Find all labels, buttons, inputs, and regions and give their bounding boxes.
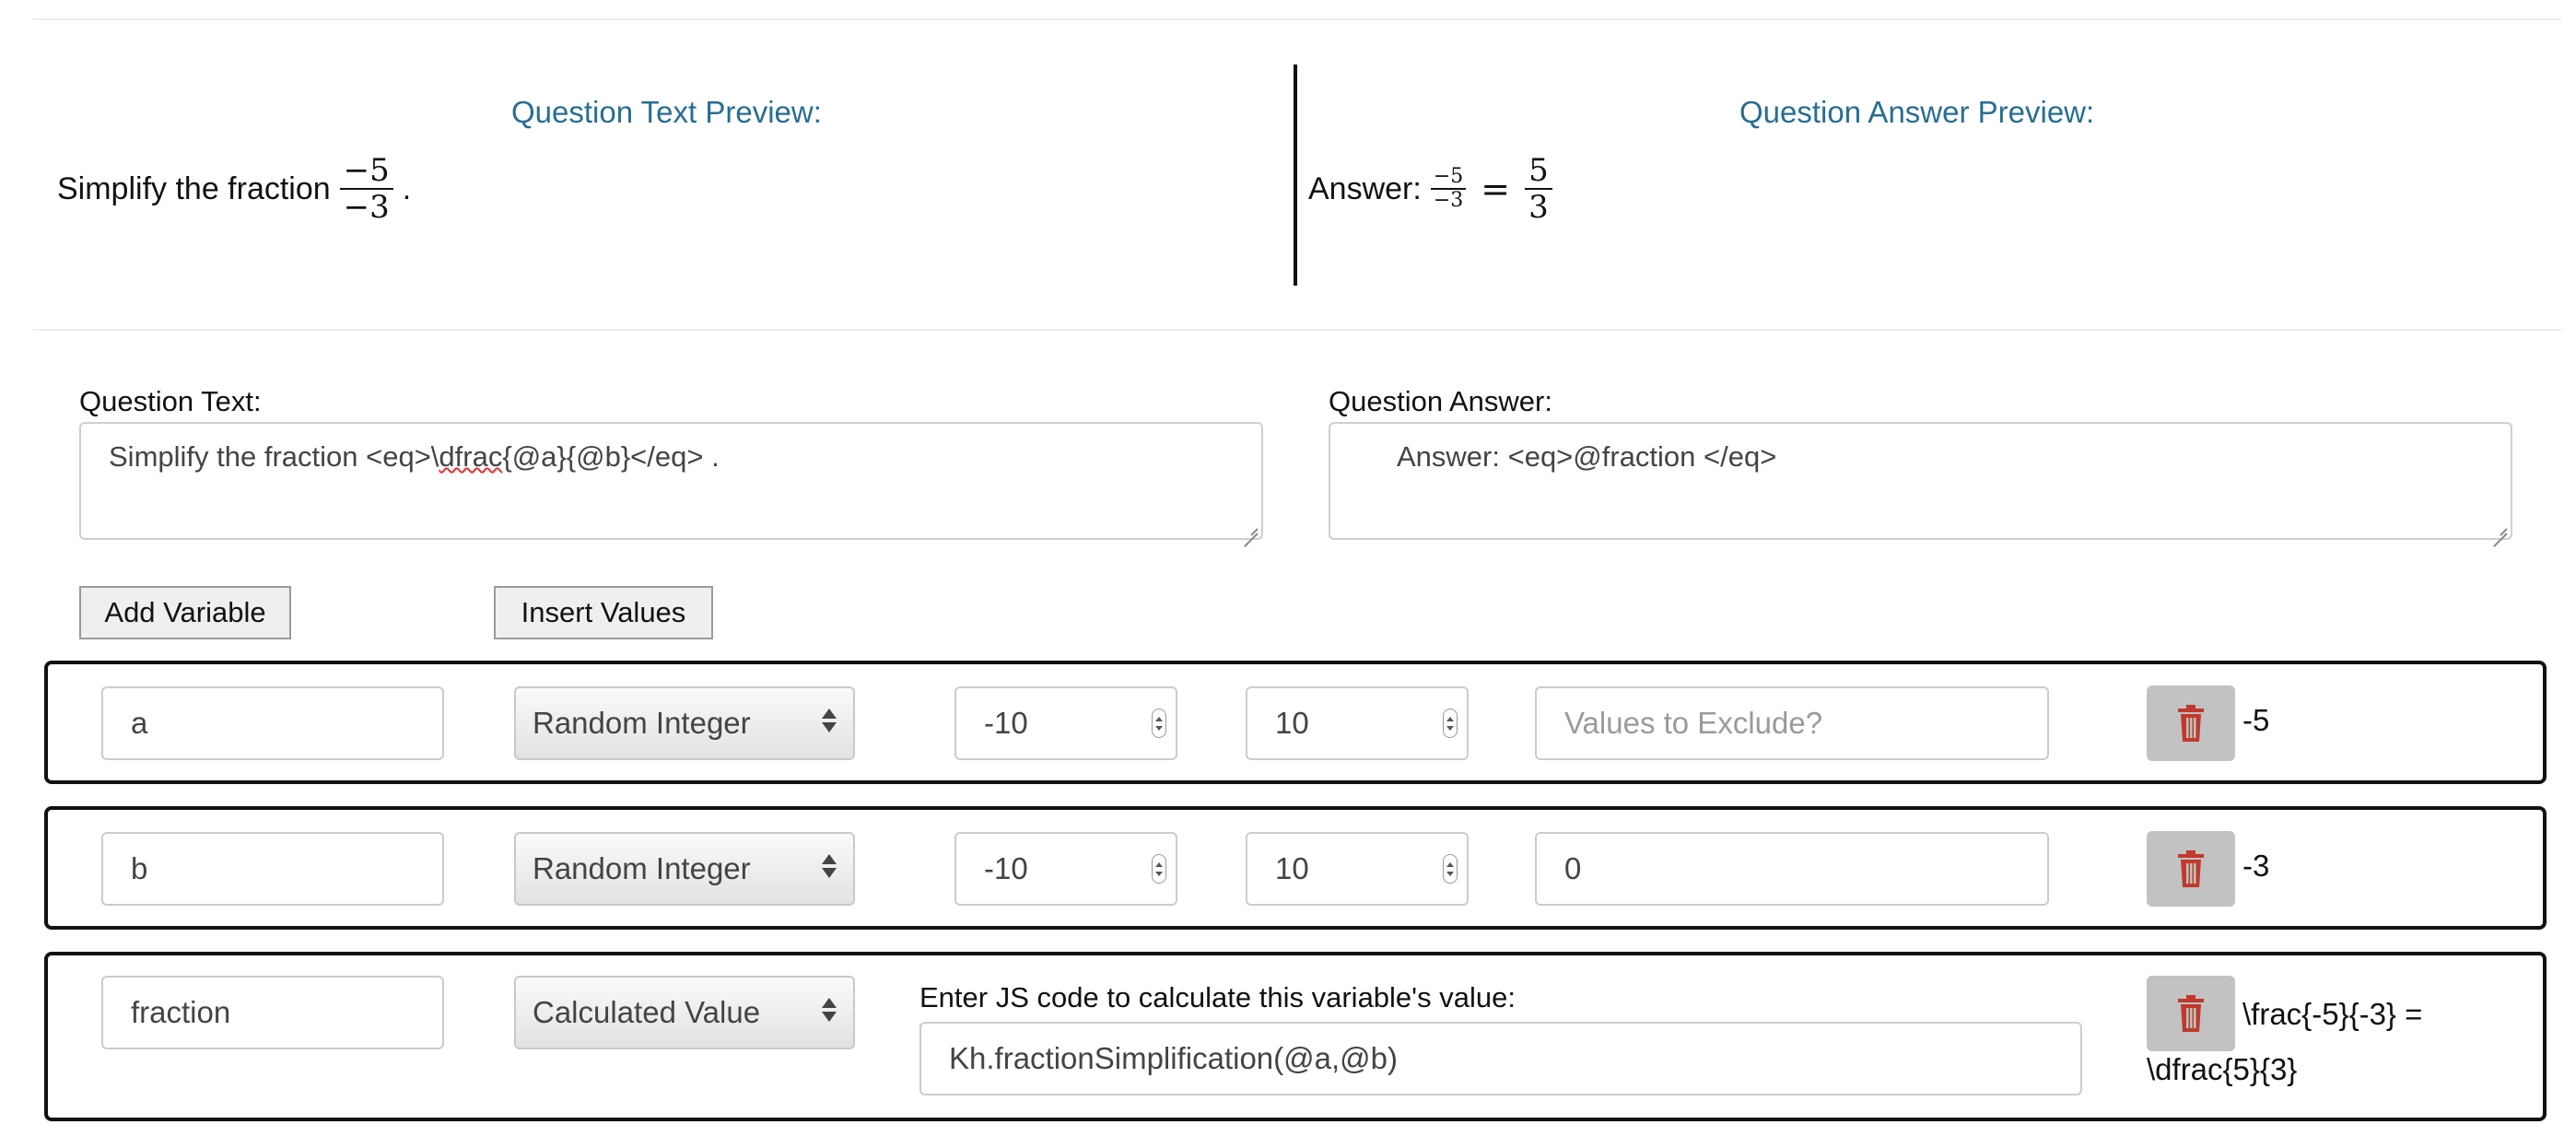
- fraction-denominator: −3: [1433, 188, 1464, 212]
- spinner-icon[interactable]: [1443, 854, 1458, 884]
- max-value-input[interactable]: 10: [1246, 832, 1469, 906]
- question-answer-field[interactable]: Answer: <eq>@fraction </eq>: [1329, 422, 2512, 540]
- exclude-values-input[interactable]: Values to Exclude?: [1535, 686, 2049, 760]
- question-text-part: {@a}{@b}</eq> .: [502, 440, 720, 473]
- spellcheck-word: dfrac: [439, 440, 503, 473]
- variable-result-line1: \frac{-5}{-3} =: [2242, 997, 2423, 1031]
- select-arrows-icon: [822, 998, 837, 1022]
- middle-divider: [33, 329, 2561, 331]
- fraction-numerator: 5: [1528, 152, 1549, 189]
- variable-type-select[interactable]: Random Integer: [514, 832, 855, 906]
- min-value: -10: [984, 706, 1028, 740]
- question-answer-label: Question Answer:: [1329, 385, 1552, 417]
- preview-divider: [1294, 64, 1297, 286]
- max-value-input[interactable]: 10: [1246, 686, 1469, 760]
- answer-preview-small-fraction: −5 −3: [1430, 165, 1467, 212]
- variable-type-value: Random Integer: [533, 706, 751, 740]
- question-preview-fraction: −5 −3: [339, 152, 393, 226]
- variable-type-value: Calculated Value: [533, 995, 761, 1029]
- variable-type-value: Random Integer: [533, 851, 751, 885]
- resize-handle-icon[interactable]: [2492, 520, 2507, 534]
- variable-result: -5: [2242, 703, 2270, 737]
- select-arrows-icon: [822, 854, 837, 878]
- variable-row-fraction: fraction Calculated Value Enter JS code …: [44, 952, 2547, 1121]
- variable-type-select[interactable]: Random Integer: [514, 686, 855, 760]
- variable-type-select[interactable]: Calculated Value: [514, 976, 855, 1049]
- js-code-label: Enter JS code to calculate this variable…: [919, 981, 1516, 1013]
- question-text-field[interactable]: Simplify the fraction <eq>\dfrac{@a}{@b}…: [79, 422, 1263, 540]
- max-value: 10: [1275, 851, 1309, 885]
- spinner-icon[interactable]: [1443, 709, 1458, 738]
- spinner-icon[interactable]: [1152, 709, 1166, 738]
- delete-variable-button[interactable]: [2147, 831, 2235, 907]
- fraction-numerator: −5: [343, 152, 390, 189]
- min-value-input[interactable]: -10: [954, 686, 1177, 760]
- trash-icon: [2178, 705, 2204, 742]
- question-preview-period: .: [402, 170, 412, 206]
- question-text-value: Simplify the fraction <eq>\dfrac{@a}{@b}…: [109, 440, 720, 473]
- variable-name-input[interactable]: b: [101, 832, 444, 906]
- trash-icon: [2178, 995, 2204, 1032]
- min-value: -10: [984, 851, 1028, 885]
- variable-result: -3: [2242, 849, 2270, 883]
- answer-preview-fraction: 5 3: [1525, 153, 1552, 225]
- delete-variable-button[interactable]: [2147, 685, 2235, 761]
- answer-preview-title: Question Answer Preview:: [1739, 95, 2095, 129]
- exclude-values-input[interactable]: 0: [1535, 832, 2049, 906]
- fraction-denominator: 3: [1528, 189, 1549, 226]
- js-code-input[interactable]: Kh.fractionSimplification(@a,@b): [919, 1022, 2082, 1095]
- variable-name-input[interactable]: fraction: [101, 976, 444, 1049]
- variable-row-a: a Random Integer -10 10 Values to Exclud…: [44, 661, 2547, 784]
- equals-sign: =: [1481, 169, 1511, 209]
- variable-name-input[interactable]: a: [101, 686, 444, 760]
- variable-result-line2: \dfrac{5}{3}: [2147, 1052, 2298, 1086]
- select-arrows-icon: [822, 709, 837, 732]
- max-value: 10: [1275, 706, 1309, 740]
- question-text-label: Question Text:: [79, 385, 262, 417]
- variable-row-b: b Random Integer -10 10 0 -3: [44, 806, 2547, 930]
- question-preview-title: Question Text Preview:: [511, 95, 822, 129]
- answer-preview: Answer: −5 −3 = 5 3: [1308, 147, 1562, 230]
- add-variable-button[interactable]: Add Variable: [79, 586, 291, 639]
- question-answer-value: Answer: <eq>@fraction </eq>: [1397, 440, 1777, 473]
- insert-values-button[interactable]: Insert Values: [494, 586, 713, 639]
- answer-preview-label: Answer:: [1308, 170, 1422, 206]
- resize-handle-icon[interactable]: [1243, 520, 1258, 534]
- fraction-denominator: −3: [343, 189, 390, 226]
- question-preview: Simplify the fraction −5 −3 .: [57, 147, 411, 230]
- fraction-numerator: −5: [1433, 165, 1464, 189]
- trash-icon: [2178, 850, 2204, 887]
- delete-variable-button[interactable]: [2147, 976, 2235, 1051]
- question-preview-text: Simplify the fraction: [57, 170, 331, 206]
- spinner-icon[interactable]: [1152, 854, 1166, 884]
- min-value-input[interactable]: -10: [954, 832, 1177, 906]
- top-divider: [33, 18, 2561, 20]
- question-text-part: Simplify the fraction <eq>\: [109, 440, 439, 473]
